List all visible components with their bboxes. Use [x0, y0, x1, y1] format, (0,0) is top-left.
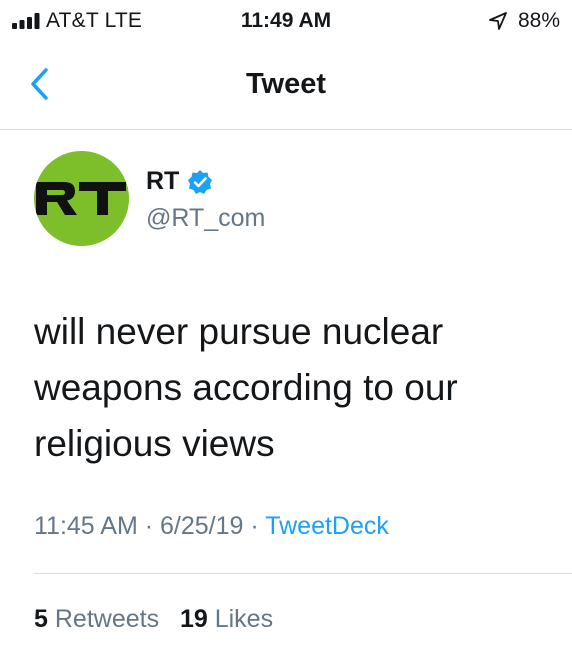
- tweet-meta: 11:45 AM · 6/25/19 · TweetDeck: [34, 512, 389, 541]
- battery-label: 88%: [517, 9, 560, 32]
- meta-separator: ·: [144, 512, 154, 540]
- location-arrow-icon: [489, 12, 507, 30]
- tweet-time: 11:45 AM: [34, 512, 138, 540]
- avatar[interactable]: [34, 151, 129, 246]
- retweets-label: Retweets: [54, 605, 160, 633]
- page-title: Tweet: [245, 68, 327, 100]
- tweet-text: will never pursue nuclear weapons accord…: [34, 311, 458, 464]
- author-handle[interactable]: @RT_com: [146, 204, 265, 233]
- retweets-stat[interactable]: 5 Retweets: [34, 605, 166, 633]
- author-display-name[interactable]: RT: [146, 167, 179, 196]
- verified-badge-icon: [188, 169, 213, 194]
- likes-stat[interactable]: 19 Likes: [180, 605, 273, 633]
- tweet-date: 6/25/19: [160, 512, 244, 540]
- likes-count: 19: [179, 605, 208, 633]
- rt-logo-icon: [34, 151, 129, 246]
- tweet-stats: 5 Retweets 19 Likes: [34, 605, 273, 634]
- likes-label: Likes: [214, 605, 274, 633]
- nav-bar: Tweet: [0, 42, 572, 130]
- status-bar: AT&T LTE 11:49 AM 88%: [0, 0, 572, 42]
- author-name-row[interactable]: RT: [146, 167, 213, 196]
- retweets-count: 5: [34, 605, 48, 633]
- meta-separator: ·: [250, 512, 259, 540]
- status-time: 11:49 AM: [240, 9, 332, 32]
- divider: [34, 573, 572, 574]
- status-right: 88%: [488, 9, 560, 33]
- tweet-source-link[interactable]: TweetDeck: [265, 512, 389, 540]
